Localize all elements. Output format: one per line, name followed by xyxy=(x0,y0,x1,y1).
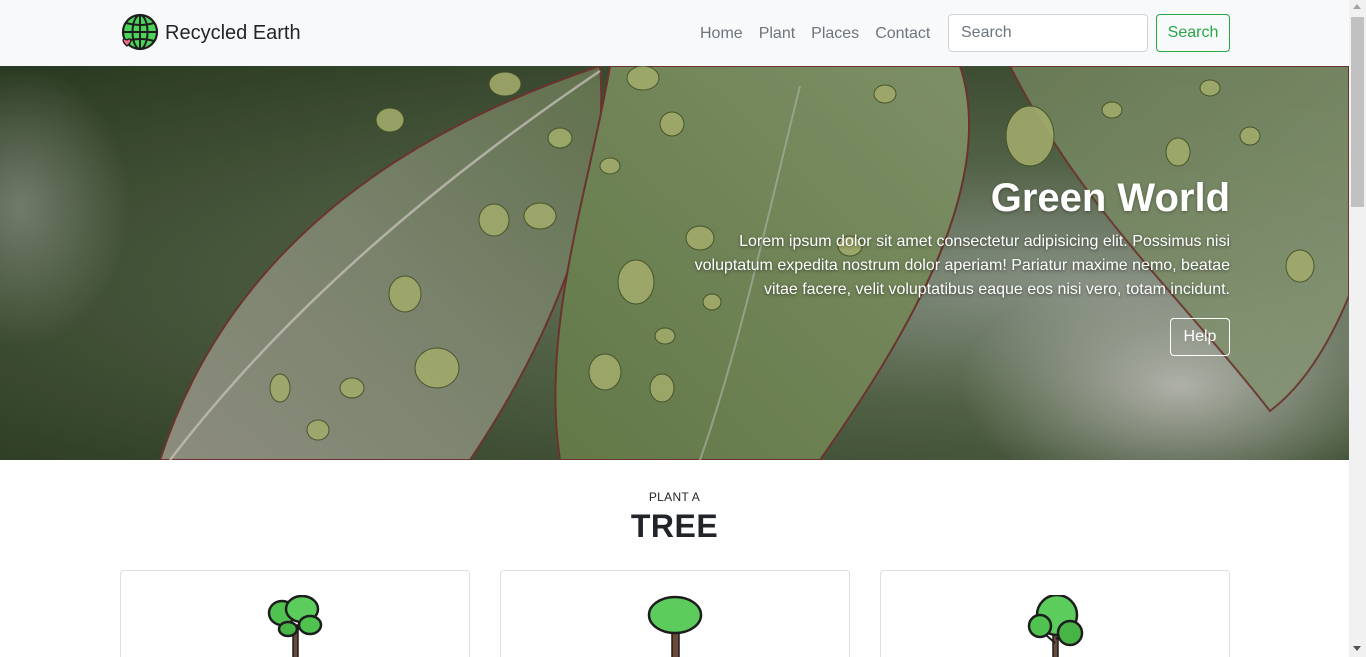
tree-card-3[interactable] xyxy=(880,570,1230,657)
section-title: TREE xyxy=(630,508,719,544)
hero-caption: Green World Lorem ipsum dolor sit amet c… xyxy=(670,174,1230,356)
brand[interactable]: Recycled Earth xyxy=(120,13,301,53)
brand-name: Recycled Earth xyxy=(165,22,301,44)
nav-link-plant[interactable]: Plant xyxy=(751,22,803,46)
nav-link-places[interactable]: Places xyxy=(803,22,867,46)
tree-round-icon xyxy=(1027,595,1084,657)
nav-link-contact[interactable]: Contact xyxy=(867,22,938,46)
nav-links: Home Plant Places Contact xyxy=(692,22,938,46)
tree-card-2[interactable] xyxy=(500,570,850,657)
nav-link-home[interactable]: Home xyxy=(692,22,751,46)
help-button[interactable]: Help xyxy=(1170,318,1230,356)
search-input[interactable] xyxy=(948,14,1148,52)
navbar: Recycled Earth Home Plant Places Contact… xyxy=(0,0,1349,66)
globe-heart-icon xyxy=(121,13,159,51)
tree-card-1[interactable] xyxy=(120,570,470,657)
search-button[interactable]: Search xyxy=(1156,14,1230,52)
hero-title: Green World xyxy=(990,176,1230,220)
page: Recycled Earth Home Plant Places Contact… xyxy=(0,0,1349,657)
page-scrollbar[interactable] xyxy=(1349,0,1366,657)
hero-carousel: Green World Lorem ipsum dolor sit amet c… xyxy=(0,66,1349,460)
section-eyebrow: PLANT A xyxy=(648,490,701,504)
hero-description: Lorem ipsum dolor sit amet consectetur a… xyxy=(694,233,1230,298)
tree-cluster-icon xyxy=(267,595,323,657)
scrollbar-thumb[interactable] xyxy=(1351,17,1364,207)
scroll-up-arrow-icon[interactable] xyxy=(1353,4,1361,9)
scroll-down-arrow-icon[interactable] xyxy=(1353,646,1361,651)
tree-oval-icon xyxy=(647,595,703,657)
